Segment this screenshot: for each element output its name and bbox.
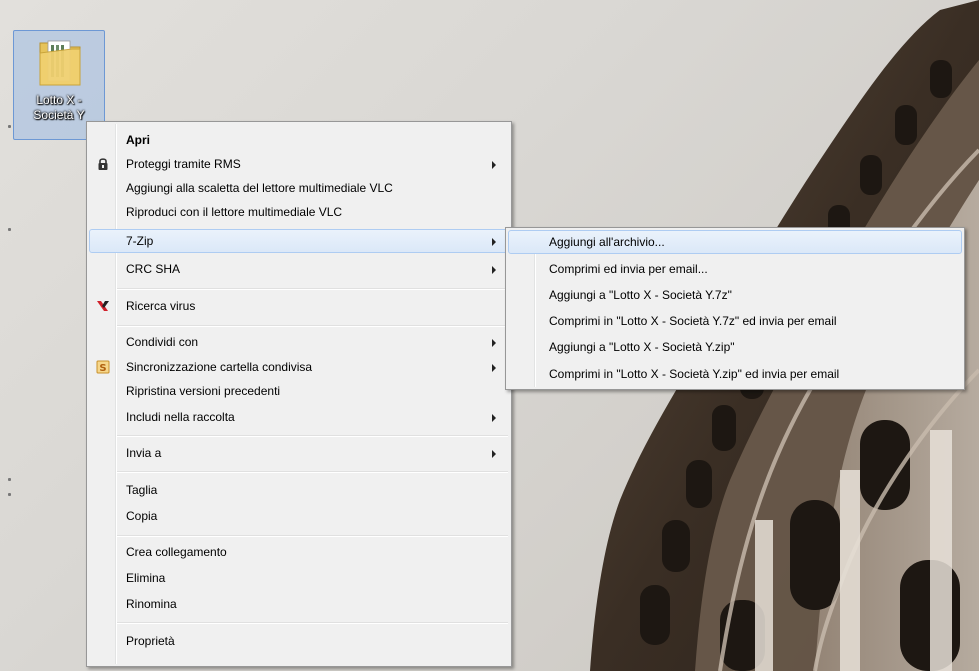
folder-label-line1: Lotto X - [36, 93, 82, 107]
submenu-item-comprimi-zip-email[interactable]: Comprimi in "Lotto X - Società Y.zip" ed… [508, 362, 962, 386]
menu-item-label: Taglia [126, 483, 158, 497]
svg-text:S: S [99, 363, 106, 374]
submenu-item-label: Comprimi in "Lotto X - Società Y.zip" ed… [549, 367, 840, 381]
menu-item-label: Includi nella raccolta [126, 410, 235, 424]
submenu-arrow-icon [492, 414, 496, 422]
menu-separator [117, 435, 508, 437]
submenu-item-aggiungi-archivio[interactable]: Aggiungi all'archivio... [508, 230, 962, 254]
menu-item-label: Elimina [126, 571, 166, 585]
menu-item-label: Rinomina [126, 597, 177, 611]
menu-item-7zip[interactable]: 7-Zip [89, 229, 509, 253]
desktop-folder-label: Lotto X - Società Y [14, 93, 104, 123]
menu-separator [117, 535, 508, 537]
sync-icon: S [96, 360, 110, 374]
desktop-edge-mark [8, 478, 11, 481]
menu-item-proteggi-rms[interactable]: Proteggi tramite RMS [89, 152, 509, 176]
submenu-item-comprimi-email[interactable]: Comprimi ed invia per email... [508, 257, 962, 281]
kaspersky-icon [97, 301, 109, 311]
menu-item-ricerca-virus[interactable]: Ricerca virus [89, 294, 509, 318]
submenu-arrow-icon [492, 266, 496, 274]
menu-item-crc-sha[interactable]: CRC SHA [89, 257, 509, 281]
desktop-edge-mark [8, 493, 11, 496]
submenu-item-aggiungi-zip[interactable]: Aggiungi a "Lotto X - Società Y.zip" [508, 335, 962, 359]
menu-item-label: 7-Zip [126, 234, 154, 248]
submenu-item-label: Aggiungi a "Lotto X - Società Y.7z" [549, 288, 732, 302]
menu-item-condividi-con[interactable]: Condividi con [89, 330, 509, 354]
submenu-item-label: Comprimi ed invia per email... [549, 262, 708, 276]
menu-item-sincronizzazione[interactable]: S Sincronizzazione cartella condivisa [89, 355, 509, 379]
menu-item-label: CRC SHA [126, 262, 181, 276]
menu-item-vlc-play[interactable]: Riproduci con il lettore multimediale VL… [89, 200, 509, 224]
menu-separator [117, 471, 508, 473]
submenu-item-label: Aggiungi a "Lotto X - Società Y.zip" [549, 340, 735, 354]
menu-item-copia[interactable]: Copia [89, 504, 509, 528]
menu-item-crea-collegamento[interactable]: Crea collegamento [89, 540, 509, 564]
menu-item-ripristina-versioni[interactable]: Ripristina versioni precedenti [89, 379, 509, 403]
menu-item-rinomina[interactable]: Rinomina [89, 592, 509, 616]
menu-item-label: Proteggi tramite RMS [126, 157, 241, 171]
desktop-edge-mark [8, 228, 11, 231]
menu-item-label: Aggiungi alla scaletta del lettore multi… [126, 181, 393, 195]
submenu-arrow-icon [492, 339, 496, 347]
submenu-arrow-icon [492, 364, 496, 372]
desktop-edge-mark [8, 125, 11, 128]
submenu-item-aggiungi-7z[interactable]: Aggiungi a "Lotto X - Società Y.7z" [508, 283, 962, 307]
menu-item-label: Invia a [126, 446, 162, 460]
menu-item-label: Crea collegamento [126, 545, 227, 559]
menu-item-label: Copia [126, 509, 158, 523]
menu-separator [117, 325, 508, 327]
menu-item-apri[interactable]: Apri [89, 128, 509, 152]
menu-item-taglia[interactable]: Taglia [89, 478, 509, 502]
menu-item-label: Ricerca virus [126, 299, 196, 313]
submenu-arrow-icon [492, 238, 496, 246]
menu-item-label: Sincronizzazione cartella condivisa [126, 360, 313, 374]
menu-item-label: Ripristina versioni precedenti [126, 384, 281, 398]
submenu-item-comprimi-7z-email[interactable]: Comprimi in "Lotto X - Società Y.7z" ed … [508, 309, 962, 333]
context-menu: Apri Proteggi tramite RMS Aggiungi alla … [86, 121, 512, 667]
menu-item-proprieta[interactable]: Proprietà [89, 629, 509, 653]
menu-item-vlc-playlist[interactable]: Aggiungi alla scaletta del lettore multi… [89, 176, 509, 200]
submenu-arrow-icon [492, 450, 496, 458]
menu-separator [117, 288, 508, 290]
submenu-item-label: Aggiungi all'archivio... [549, 235, 665, 249]
menu-separator [117, 622, 508, 624]
folder-icon [39, 40, 81, 86]
menu-item-label: Apri [126, 133, 150, 147]
menu-item-elimina[interactable]: Elimina [89, 566, 509, 590]
menu-item-label: Proprietà [126, 634, 175, 648]
submenu-item-label: Comprimi in "Lotto X - Società Y.7z" ed … [549, 314, 837, 328]
submenu-arrow-icon [492, 161, 496, 169]
lock-icon [98, 158, 108, 170]
menu-item-invia-a[interactable]: Invia a [89, 441, 509, 465]
menu-item-includi-raccolta[interactable]: Includi nella raccolta [89, 405, 509, 429]
menu-item-label: Riproduci con il lettore multimediale VL… [126, 205, 343, 219]
submenu-7zip: Aggiungi all'archivio... Comprimi ed inv… [505, 227, 965, 390]
menu-item-label: Condividi con [126, 335, 199, 349]
